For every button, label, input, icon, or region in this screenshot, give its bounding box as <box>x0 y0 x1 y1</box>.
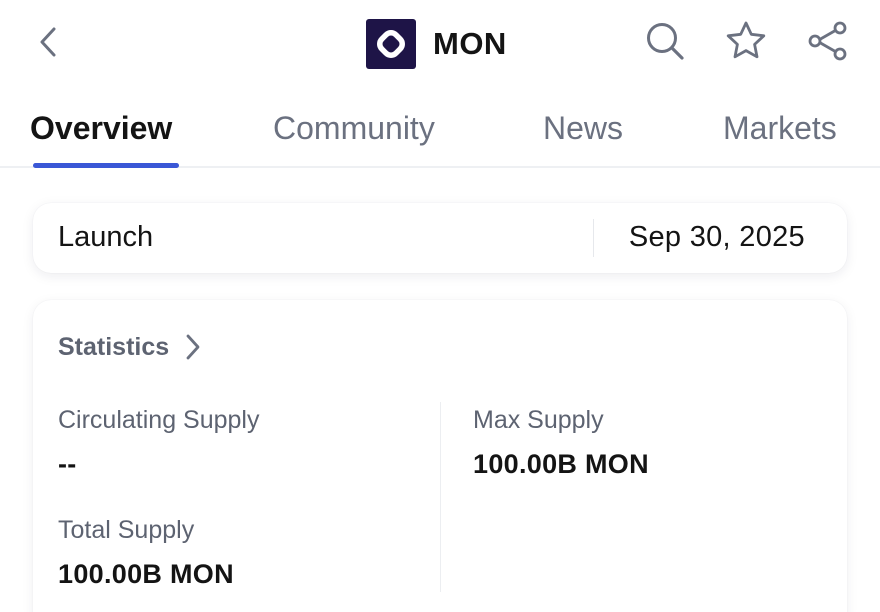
top-bar: MON <box>0 0 880 88</box>
coin-logo <box>366 19 416 69</box>
tab-community[interactable]: Community <box>273 110 435 147</box>
active-tab-indicator <box>33 163 179 168</box>
back-button[interactable] <box>28 22 68 66</box>
search-button[interactable] <box>643 20 687 66</box>
chevron-right-icon <box>183 332 205 362</box>
star-icon <box>724 19 768 68</box>
coin-title: MON <box>366 19 507 69</box>
statistics-title: Statistics <box>58 332 170 361</box>
total-supply-value: 100.00B MON <box>58 559 234 589</box>
share-button[interactable] <box>806 20 850 66</box>
launch-date: Sep 30, 2025 <box>628 221 805 253</box>
tab-bar: Overview Community News Markets <box>0 96 880 168</box>
stats-divider <box>440 402 441 592</box>
tab-markets[interactable]: Markets <box>723 110 837 147</box>
max-supply-label: Max Supply <box>473 406 604 434</box>
circulating-supply-value: -- <box>58 449 77 479</box>
statistics-card: Statistics Circulating Supply -- Max Sup… <box>33 300 847 612</box>
total-supply-label: Total Supply <box>58 516 195 544</box>
launch-label: Launch <box>58 221 154 253</box>
tab-overview[interactable]: Overview <box>30 110 172 147</box>
search-icon <box>644 20 686 67</box>
favorite-button[interactable] <box>724 20 768 66</box>
page-title: MON <box>433 26 507 61</box>
tab-news[interactable]: News <box>543 110 623 147</box>
max-supply-value: 100.00B MON <box>473 449 649 479</box>
circulating-supply-label: Circulating Supply <box>58 406 260 434</box>
launch-divider <box>593 219 594 257</box>
chevron-left-icon <box>37 25 59 64</box>
statistics-link[interactable]: Statistics <box>58 330 205 364</box>
share-icon <box>807 20 849 67</box>
coin-detail-page: MON Overview Community News Markets Laun… <box>0 0 880 612</box>
launch-card: Launch Sep 30, 2025 <box>33 203 847 273</box>
